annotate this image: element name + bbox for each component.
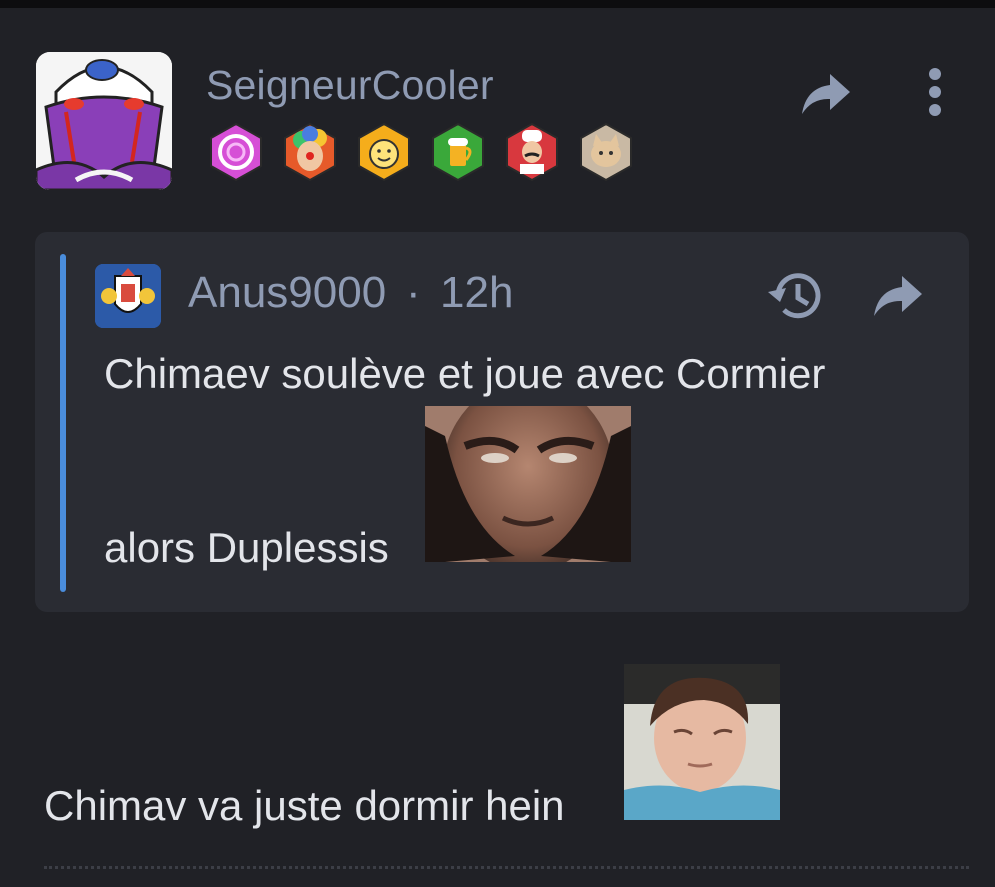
post-divider: [44, 866, 969, 869]
quote-text-line: Chimaev soulève et joue avec Cormier: [104, 350, 826, 397]
badge-list: [206, 122, 636, 184]
quote-text-line: alors Duplessis: [104, 524, 389, 571]
top-border: [0, 0, 995, 8]
post-text: Chimav va juste dormir hein: [44, 782, 565, 829]
clown-badge-icon[interactable]: [280, 122, 340, 182]
coat-of-arms-icon[interactable]: [95, 264, 161, 328]
share-icon[interactable]: [800, 70, 852, 118]
separator-dot: ·: [406, 268, 421, 317]
author-avatar[interactable]: [36, 52, 172, 190]
quote-timestamp: 12h: [440, 268, 514, 317]
sleeping-child-sticker-icon[interactable]: [624, 664, 780, 820]
chef-badge-icon[interactable]: [502, 122, 562, 182]
cat-badge-icon[interactable]: [576, 122, 636, 182]
author-username[interactable]: SeigneurCooler: [206, 62, 494, 109]
quote-share-icon[interactable]: [872, 272, 924, 320]
quote-accent-bar: [60, 254, 66, 592]
more-options-icon[interactable]: [920, 66, 950, 118]
beer-badge-icon[interactable]: [428, 122, 488, 182]
quote-author[interactable]: Anus9000: [188, 268, 386, 318]
menacing-face-sticker-icon[interactable]: [425, 406, 631, 562]
smiley-hands-badge-icon[interactable]: [354, 122, 414, 182]
history-icon[interactable]: [766, 268, 824, 324]
purple-swirl-badge-icon[interactable]: [206, 122, 266, 182]
